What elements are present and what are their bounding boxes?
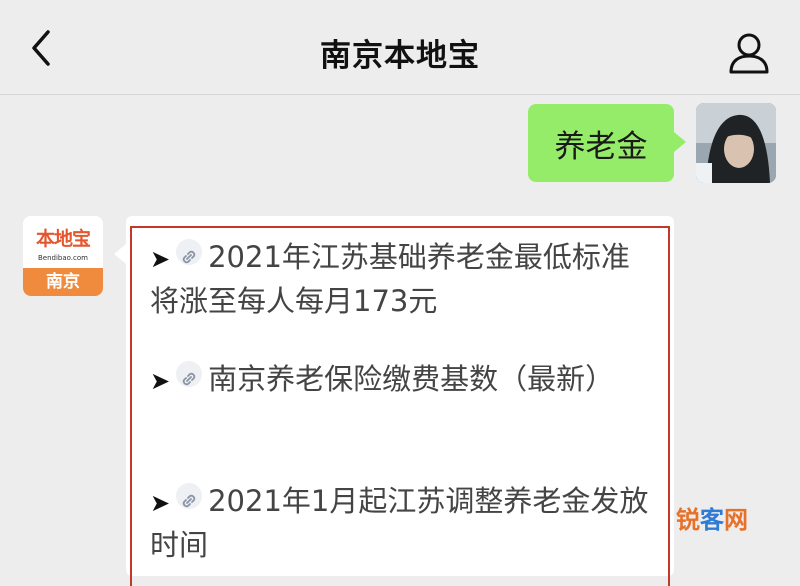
link-icon <box>176 239 203 265</box>
link-icon <box>176 483 203 509</box>
watermark-char-1: 锐 <box>676 506 700 534</box>
person-icon <box>729 33 769 74</box>
arrow-bullet-icon: ➤ <box>150 245 171 273</box>
top-nav-bar: 南京本地宝 <box>0 0 800 95</box>
avatar-url-text: Bendibao.com <box>37 254 88 262</box>
article-link-3[interactable]: ➤ 2021年1月起江苏调整养老金发放时间 <box>150 480 655 566</box>
sent-message-text: 养老金 <box>554 128 648 165</box>
avatar-city-text: 南京 <box>23 268 103 296</box>
profile-button[interactable] <box>726 30 772 76</box>
bendibao-avatar[interactable]: 本地宝 Bendibao.com 南京 <box>23 216 103 296</box>
site-watermark: 锐客网 <box>676 500 786 540</box>
arrow-bullet-icon: ➤ <box>150 489 171 517</box>
article-link-text: 南京养老保险缴费基数（最新） <box>208 362 615 396</box>
page-title: 南京本地宝 <box>320 38 480 74</box>
article-link-1[interactable]: ➤ 2021年江苏基础养老金最低标准将涨至每人每月173元 <box>150 236 655 322</box>
article-link-text: 2021年1月起江苏调整养老金发放时间 <box>150 484 649 562</box>
user-avatar[interactable] <box>696 103 776 183</box>
avatar-logo-top: 本地宝 Bendibao.com <box>23 216 103 268</box>
link-icon <box>176 361 203 387</box>
article-link-text: 2021年江苏基础养老金最低标准将涨至每人每月173元 <box>150 240 630 318</box>
watermark-char-2: 客 <box>700 506 724 534</box>
sent-message-bubble[interactable]: 养老金 <box>528 104 686 182</box>
watermark-char-3: 网 <box>724 506 748 534</box>
arrow-bullet-icon: ➤ <box>150 367 171 395</box>
article-link-2[interactable]: ➤ 南京养老保险缴费基数（最新） <box>150 358 655 402</box>
user-photo-icon <box>696 103 776 183</box>
avatar-brand-text: 本地宝 <box>35 228 91 250</box>
